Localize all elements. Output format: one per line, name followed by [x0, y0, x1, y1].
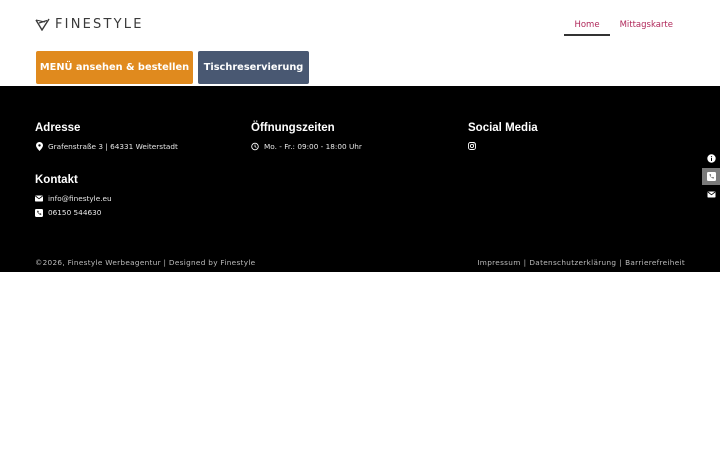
- brand-logo[interactable]: FINESTYLE: [35, 17, 144, 32]
- info-icon: [706, 154, 716, 163]
- contact-title: Kontakt: [35, 174, 78, 186]
- envelope-icon: [35, 195, 43, 203]
- side-contact-bar: [702, 150, 720, 204]
- brand-name: FINESTYLE: [55, 17, 144, 32]
- privacy-link[interactable]: Datenschutzerklärung: [529, 258, 616, 267]
- address-text: Grafenstraße 3 | 64331 Weiterstadt: [48, 142, 178, 151]
- phone-icon: [706, 172, 716, 181]
- hours-text: Mo. - Fr.: 09:00 - 18:00 Uhr: [264, 142, 362, 151]
- nav-item-mittagskarte[interactable]: Mittagskarte: [610, 19, 683, 36]
- social-title: Social Media: [468, 122, 538, 134]
- contact-email[interactable]: info@finestyle.eu: [48, 194, 112, 203]
- nav-item-home[interactable]: Home: [564, 19, 610, 36]
- address-section: Adresse Grafenstraße 3 | 64331 Weitersta…: [35, 122, 178, 151]
- hours-title: Öffnungszeiten: [251, 122, 335, 134]
- separator: |: [619, 258, 623, 267]
- impressum-link[interactable]: Impressum: [477, 258, 520, 267]
- copyright-text: ©2026, Finestyle Werbeagentur | Designed…: [35, 258, 256, 267]
- logo-icon: [35, 18, 50, 31]
- address-title: Adresse: [35, 122, 81, 134]
- social-section: Social Media: [468, 122, 538, 150]
- location-pin-icon: [35, 142, 43, 151]
- legal-links: Impressum | Datenschutzerklärung | Barri…: [477, 258, 685, 267]
- contact-section: Kontakt info@finestyle.eu 06150 544630: [35, 174, 112, 217]
- site-footer: Adresse Grafenstraße 3 | 64331 Weitersta…: [0, 86, 720, 272]
- side-mail-button[interactable]: [702, 186, 720, 203]
- reservation-button[interactable]: Tischreservierung: [198, 51, 309, 84]
- hours-section: Öffnungszeiten Mo. - Fr.: 09:00 - 18:00 …: [251, 122, 362, 151]
- side-phone-button[interactable]: [702, 168, 720, 185]
- accessibility-link[interactable]: Barrierefreiheit: [625, 258, 685, 267]
- instagram-icon[interactable]: [468, 142, 476, 150]
- separator: |: [523, 258, 527, 267]
- phone-icon: [35, 208, 43, 217]
- menu-order-button[interactable]: MENÜ ansehen & bestellen: [36, 51, 193, 84]
- clock-icon: [251, 142, 259, 151]
- envelope-icon: [707, 191, 715, 198]
- main-nav: Home Mittagskarte: [564, 19, 683, 36]
- contact-phone[interactable]: 06150 544630: [48, 208, 101, 217]
- side-info-button[interactable]: [702, 150, 720, 167]
- site-header: FINESTYLE Home Mittagskarte MENÜ ansehen…: [0, 0, 720, 86]
